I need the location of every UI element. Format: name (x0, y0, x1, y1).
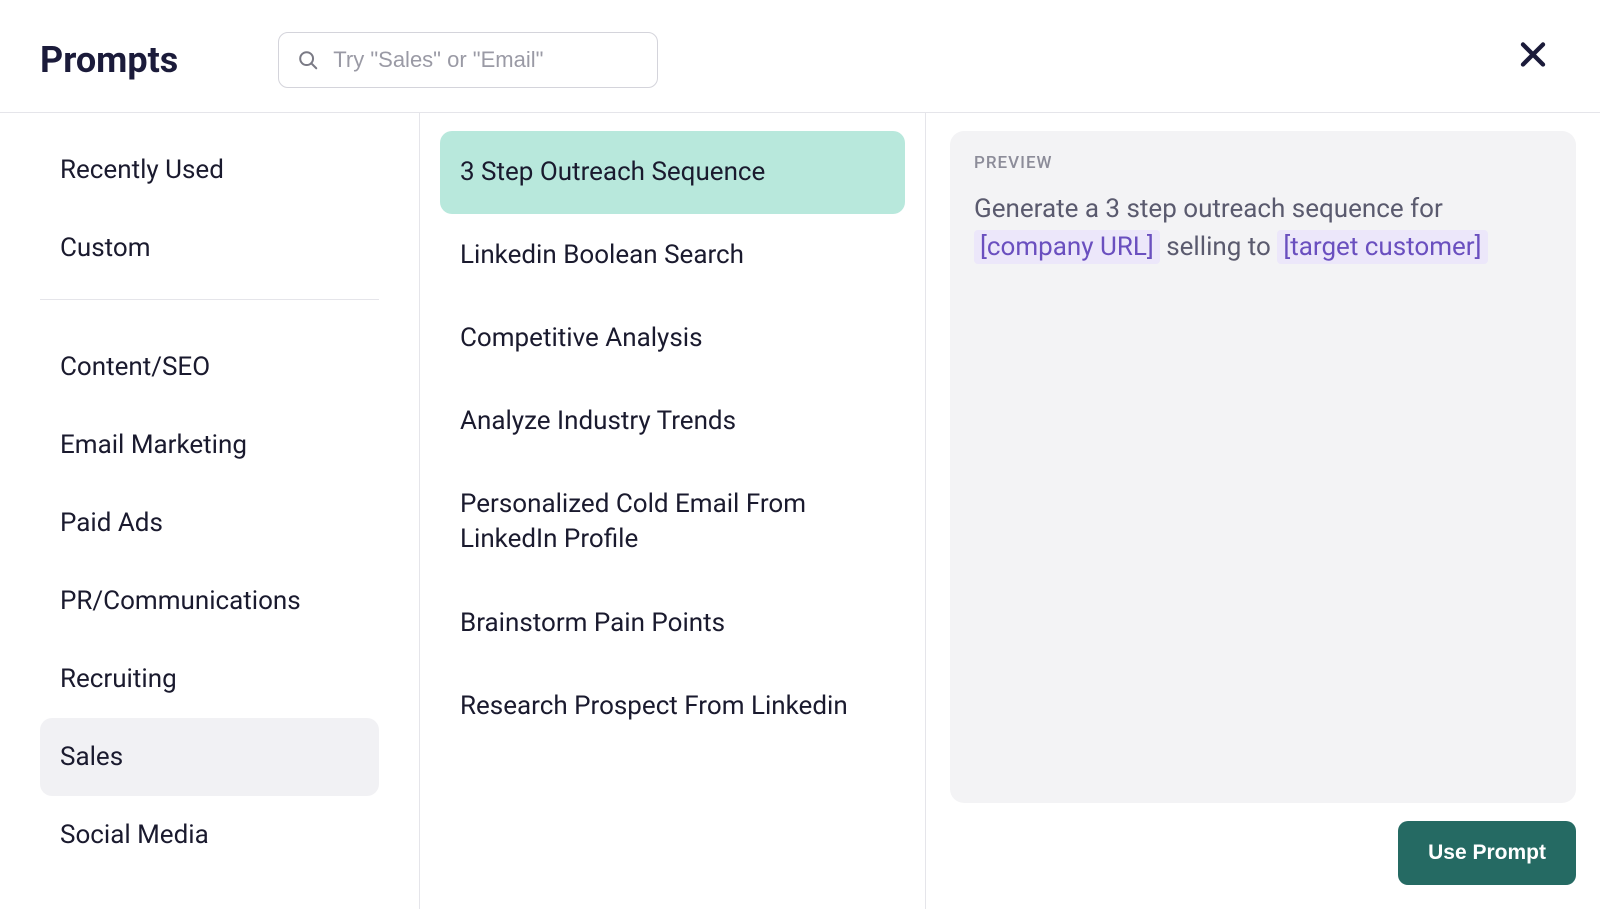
sidebar-divider (40, 299, 379, 300)
preview-token-company-url[interactable]: [company URL] (974, 230, 1160, 264)
sidebar-item-sales[interactable]: Sales (40, 718, 379, 796)
preview-label: PREVIEW (974, 153, 1552, 173)
prompt-item[interactable]: Personalized Cold Email From LinkedIn Pr… (440, 463, 905, 581)
search-field[interactable] (278, 32, 658, 88)
sidebar-item-email-marketing[interactable]: Email Marketing (40, 406, 379, 484)
prompt-list: 3 Step Outreach Sequence Linkedin Boolea… (420, 113, 926, 909)
search-icon (297, 49, 319, 71)
sidebar-item-recruiting[interactable]: Recruiting (40, 640, 379, 718)
body: Recently Used Custom Content/SEO Email M… (0, 113, 1600, 909)
use-prompt-button[interactable]: Use Prompt (1398, 821, 1576, 885)
preview-text: Generate a 3 step outreach sequence for … (974, 191, 1552, 266)
page-title: Prompts (40, 39, 178, 81)
prompt-item[interactable]: Brainstorm Pain Points (440, 582, 905, 665)
search-input[interactable] (333, 47, 639, 73)
sidebar-item-content-seo[interactable]: Content/SEO (40, 328, 379, 406)
prompt-item[interactable]: Analyze Industry Trends (440, 380, 905, 463)
sidebar-item-custom[interactable]: Custom (40, 209, 379, 287)
sidebar-item-social-media[interactable]: Social Media (40, 796, 379, 874)
prompt-item[interactable]: Linkedin Boolean Search (440, 214, 905, 297)
close-button[interactable] (1514, 36, 1552, 77)
sidebar-item-pr-communications[interactable]: PR/Communications (40, 562, 379, 640)
prompt-item[interactable]: Competitive Analysis (440, 297, 905, 380)
prompt-item[interactable]: Research Prospect From Linkedin (440, 665, 905, 748)
header: Prompts (0, 0, 1600, 113)
preview-middle: selling to (1166, 232, 1277, 262)
preview-token-target-customer[interactable]: [target customer] (1277, 230, 1487, 264)
preview-box: PREVIEW Generate a 3 step outreach seque… (950, 131, 1576, 803)
prompt-item[interactable]: 3 Step Outreach Sequence (440, 131, 905, 214)
sidebar-item-recently-used[interactable]: Recently Used (40, 131, 379, 209)
close-icon (1518, 40, 1548, 70)
preview-leading: Generate a 3 step outreach sequence for (974, 194, 1443, 224)
preview-panel: PREVIEW Generate a 3 step outreach seque… (926, 113, 1600, 909)
sidebar: Recently Used Custom Content/SEO Email M… (0, 113, 420, 909)
sidebar-item-paid-ads[interactable]: Paid Ads (40, 484, 379, 562)
